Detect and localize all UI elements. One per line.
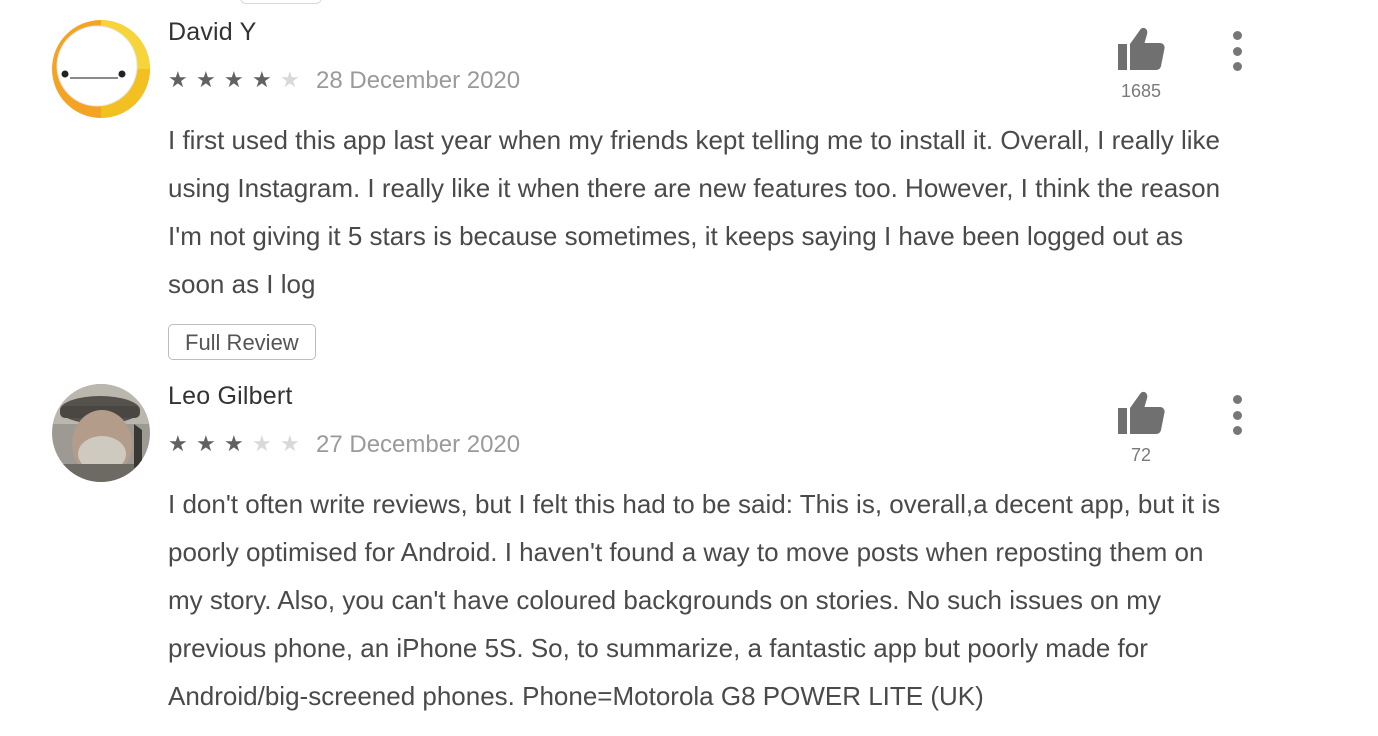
like-count: 72 <box>1130 445 1152 465</box>
review-card: Leo Gilbert ★ ★ ★ ★ ★ 27 December 2020 72 I … <box>0 364 1378 736</box>
avatar[interactable] <box>52 384 150 482</box>
review-date: 28 December 2020 <box>316 67 521 94</box>
review-text-line: I don't often write reviews, but I felt … <box>168 489 1221 519</box>
star-rating: ★ ★ ★ ★ ★ <box>168 434 308 456</box>
dot <box>1232 62 1242 71</box>
more-vert-icon[interactable] <box>1224 395 1250 435</box>
thumbs-up-icon[interactable] <box>1116 390 1166 436</box>
star-filled-icon: ★ <box>224 68 244 93</box>
star-filled-icon: ★ <box>168 68 188 93</box>
review-text: I don't often write reviews, but I felt … <box>168 480 1288 720</box>
star-filled-icon: ★ <box>196 432 216 457</box>
thumbs-up-icon[interactable] <box>1116 26 1166 72</box>
dot <box>1232 31 1242 40</box>
review-meta: ★ ★ ★ ★ ★ 28 December 2020 <box>168 66 520 96</box>
dot <box>1232 426 1242 435</box>
avatar[interactable] <box>52 20 150 118</box>
review-text-line: Android/big-screened phones. Phone=Motor… <box>168 681 984 711</box>
star-empty-icon: ★ <box>280 68 300 93</box>
star-empty-icon: ★ <box>252 432 272 457</box>
full-review-button[interactable]: Full Review <box>168 324 316 360</box>
review-text-line: my story. Also, you can't have coloured … <box>168 585 1161 615</box>
more-vert-icon[interactable] <box>1224 31 1250 71</box>
review-text-line: soon as I log <box>168 269 316 299</box>
reviews-page: David Y ★ ★ ★ ★ ★ 28 December 2020 1685 I fi… <box>0 0 1378 736</box>
star-empty-icon: ★ <box>280 432 300 457</box>
like-count: 1685 <box>1120 81 1162 101</box>
star-filled-icon: ★ <box>252 68 272 93</box>
review-text-line: using Instagram. I really like it when t… <box>168 173 1221 203</box>
star-filled-icon: ★ <box>224 432 244 457</box>
dot <box>1232 395 1242 404</box>
review-date: 27 December 2020 <box>316 431 521 458</box>
reviewer-name: David Y <box>168 18 257 46</box>
dot <box>1232 46 1242 56</box>
star-filled-icon: ★ <box>168 432 188 457</box>
review-text-line: I first used this app last year when my … <box>168 125 1220 155</box>
review-meta: ★ ★ ★ ★ ★ 27 December 2020 <box>168 430 520 460</box>
review-text: I first used this app last year when my … <box>168 116 1288 308</box>
review-text-line: poorly optimised for Android. I haven't … <box>168 537 1204 567</box>
review-card: David Y ★ ★ ★ ★ ★ 28 December 2020 1685 I fi… <box>0 0 1378 370</box>
reviewer-name: Leo Gilbert <box>168 382 293 410</box>
dot <box>1232 410 1242 420</box>
star-filled-icon: ★ <box>196 68 216 93</box>
review-text-line: previous phone, an iPhone 5S. So, to sum… <box>168 633 1148 663</box>
star-rating: ★ ★ ★ ★ ★ <box>168 70 308 92</box>
review-text-line: I'm not giving it 5 stars is because som… <box>168 221 1184 251</box>
